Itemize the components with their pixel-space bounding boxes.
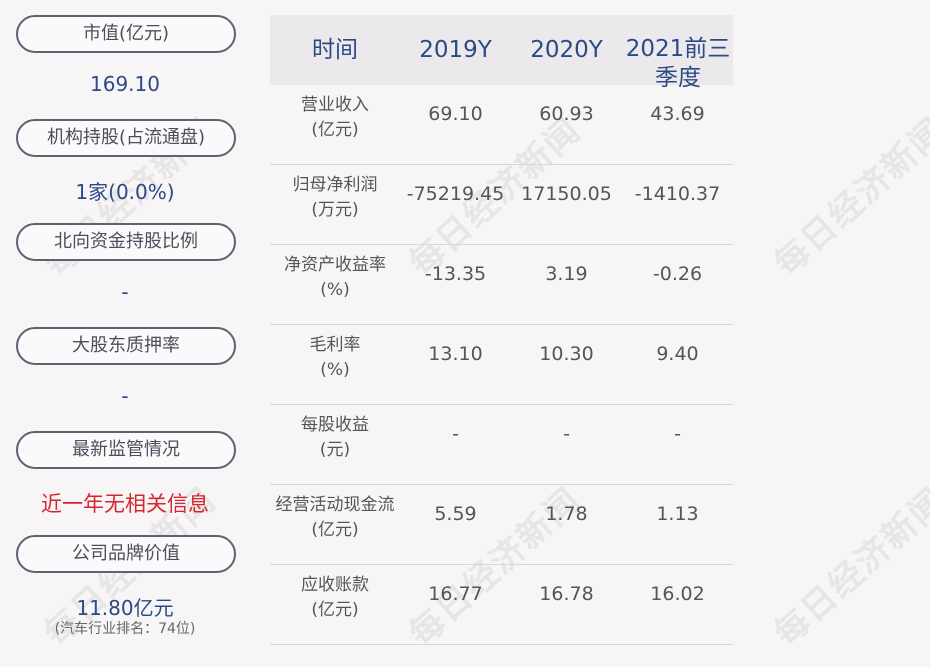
row-value-2020: 10.30 (539, 343, 594, 365)
institution-holding-label: 机构持股(占流通盘) (16, 119, 236, 157)
row-label: 归母净利润 (万元) (292, 175, 378, 220)
row-value-2019: 69.10 (428, 103, 483, 125)
row-value-2020: 60.93 (539, 103, 594, 125)
row-value-2020: 3.19 (545, 263, 588, 285)
watermark: 每日经济新闻 (766, 479, 930, 655)
row-value-2019: -13.35 (424, 263, 487, 285)
row-value-2019: 13.10 (428, 343, 483, 365)
brand-rank-note: (汽车行业排名：74位) (54, 621, 196, 637)
row-value-2021q3: - (674, 423, 681, 445)
row-value-2020: - (563, 423, 570, 445)
row-label: 每股收益 (元) (301, 415, 369, 460)
row-label: 经营活动现金流 (亿元) (275, 495, 395, 540)
row-value-2021q3: 16.02 (650, 583, 705, 605)
regulation-value: 近一年无相关信息 (41, 492, 209, 516)
table-row: 每股收益 (元) - - - (270, 405, 733, 485)
market-cap-value: 169.10 (90, 72, 160, 96)
brand-value-label: 公司品牌价值 (16, 535, 236, 573)
header-2021q3-line1: 2021前三 (625, 36, 731, 62)
northbound-ratio-value: - (121, 280, 129, 304)
table-row: 毛利率 (%) 13.10 10.30 9.40 (270, 325, 733, 405)
row-label: 毛利率 (%) (309, 335, 361, 380)
row-value-2020: 1.78 (545, 503, 588, 525)
row-label: 应收账款 (亿元) (301, 575, 369, 620)
row-value-2021q3: 43.69 (650, 103, 705, 125)
pledge-ratio-label: 大股东质押率 (16, 327, 236, 365)
row-value-2021q3: -0.26 (652, 263, 703, 285)
row-value-2020: 16.78 (539, 583, 594, 605)
row-value-2019: - (452, 423, 459, 445)
row-value-2019: 5.59 (434, 503, 477, 525)
header-2019: 2019Y (419, 37, 492, 63)
row-label: 净资产收益率 (%) (284, 255, 386, 300)
table-row: 净资产收益率 (%) -13.35 3.19 -0.26 (270, 245, 733, 325)
row-value-2019: -75219.45 (406, 183, 505, 205)
market-cap-label: 市值(亿元) (16, 15, 236, 53)
header-2020: 2020Y (530, 37, 603, 63)
row-value-2021q3: 9.40 (656, 343, 699, 365)
brand-value-value: 11.80亿元 (76, 596, 174, 620)
table-header: 时间 2019Y 2020Y 2021前三 季度 (270, 15, 736, 91)
row-value-2019: 16.77 (428, 583, 483, 605)
table-row: 经营活动现金流 (亿元) 5.59 1.78 1.13 (270, 485, 733, 565)
table-row: 应收账款 (亿元) 16.77 16.78 16.02 (270, 565, 733, 645)
institution-holding-value: 1家(0.0%) (75, 180, 175, 204)
row-label: 营业收入 (亿元) (301, 95, 369, 140)
header-time: 时间 (312, 37, 358, 63)
regulation-label: 最新监管情况 (16, 431, 236, 469)
row-value-2021q3: 1.13 (656, 503, 699, 525)
table-row: 营业收入 (亿元) 69.10 60.93 43.69 (270, 85, 733, 165)
row-value-2021q3: -1410.37 (634, 183, 721, 205)
northbound-ratio-label: 北向资金持股比例 (16, 223, 236, 261)
table-row: 归母净利润 (万元) -75219.45 17150.05 -1410.37 (270, 165, 733, 245)
header-2021q3: 2021前三 季度 (620, 15, 736, 91)
summary-column: 市值(亿元) 169.10 机构持股(占流通盘) 1家(0.0%) 北向资金持股… (0, 0, 250, 667)
watermark: 每日经济新闻 (766, 109, 930, 285)
pledge-ratio-value: - (121, 384, 129, 408)
financial-table: 时间 2019Y 2020Y 2021前三 季度 营业收入 (亿元) 69.10 … (270, 15, 733, 645)
row-value-2020: 17150.05 (521, 183, 612, 205)
